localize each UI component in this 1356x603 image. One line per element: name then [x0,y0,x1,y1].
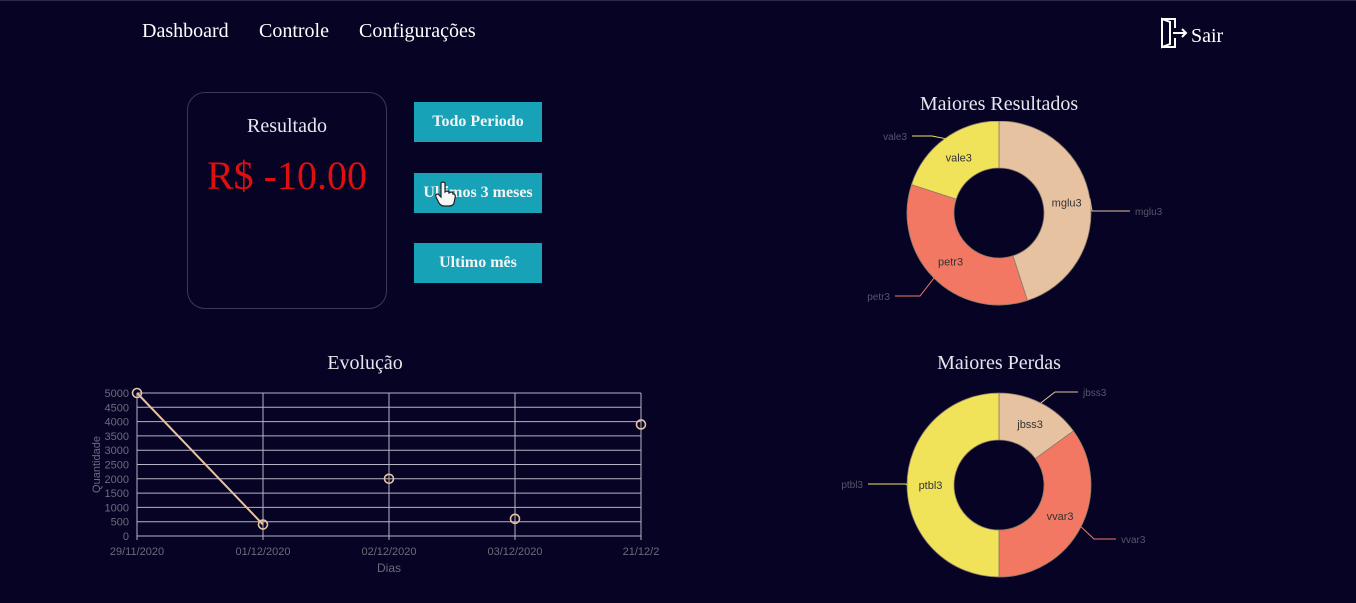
y-tick-label: 1000 [105,502,129,514]
callout-label: jbss3 [1082,388,1107,399]
callout-line [895,277,935,297]
x-tick-label: 21/12/2 [623,546,660,558]
callout-label: mglu3 [1135,207,1163,218]
top-results-donut: mglu3 mglu3 petr3 petr3 vale3 vale3 [867,121,1163,306]
y-tick-label: 2000 [105,474,129,486]
y-tick-label: 1500 [105,488,129,500]
y-tick-label: 2500 [105,460,129,472]
evolution-title: Evolução [327,352,403,374]
nav-controle[interactable]: Controle [259,20,329,43]
result-title: Resultado [247,115,327,137]
slice-label: vvar3 [1047,511,1074,523]
result-card: Resultado R$ -10.00 [187,92,387,309]
callout-label: petr3 [867,292,890,303]
top-results-title: Maiores Resultados [919,93,1079,115]
x-axis-label: Dias [377,561,401,575]
y-tick-label: 5000 [105,388,129,400]
evolution-chart: 0 500 1000 1500 2000 2500 3000 3500 4000 4500 5000… [91,387,660,575]
nav-configuracoes[interactable]: Configurações [359,20,476,43]
top-losses-donut: jbss3 jbss3 vvar3 vvar3 ptbl3 ptbl3 [841,388,1146,578]
all-period-button[interactable]: Todo Periodo [414,102,542,142]
callout-line [868,483,908,486]
hand-cursor-icon [434,181,456,211]
x-tick-label: 29/11/2020 [110,546,164,558]
slice-label: petr3 [938,256,963,268]
x-tick-label: 01/12/2020 [235,546,290,558]
y-tick-label: 3000 [105,445,129,457]
slice-label: ptbl3 [919,480,943,492]
slice-label: jbss3 [1016,419,1043,431]
y-tick-label: 4000 [105,417,129,429]
nav-dashboard[interactable]: Dashboard [142,20,229,43]
series-line [136,392,264,526]
last-month-button[interactable]: Ultimo mês [414,243,542,283]
result-value: R$ -10.00 [207,153,367,198]
slice-label: vale3 [946,153,972,165]
donut-slice [906,184,1028,306]
callout-label: vale3 [883,132,907,143]
donut-slice [998,430,1092,578]
callout-line [1089,198,1130,212]
callout-label: vvar3 [1121,535,1146,546]
x-tick-label: 02/12/2020 [361,546,416,558]
logout-button[interactable]: Sair [1159,17,1223,55]
top-losses-title: Maiores Perdas [937,352,1061,374]
y-tick-label: 4500 [105,402,129,414]
x-tick-label: 03/12/2020 [487,546,542,558]
y-tick-label: 3500 [105,431,129,443]
callout-line [912,135,946,140]
callout-line [1040,391,1078,404]
logout-label: Sair [1191,24,1224,47]
logout-icon [1159,17,1189,55]
slice-label: mglu3 [1052,197,1082,209]
y-axis-label: Quantidade [91,436,103,493]
y-tick-label: 0 [123,531,129,543]
callout-label: ptbl3 [841,480,863,491]
y-tick-label: 500 [111,517,129,529]
callout-line [1080,526,1116,540]
